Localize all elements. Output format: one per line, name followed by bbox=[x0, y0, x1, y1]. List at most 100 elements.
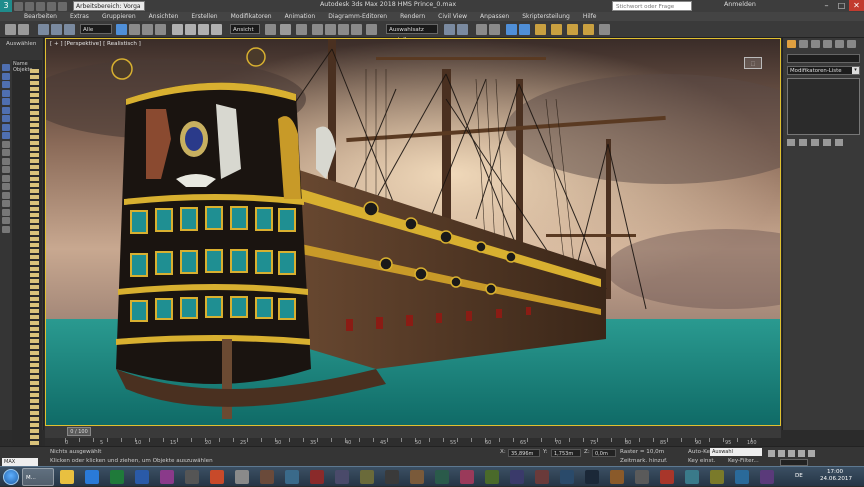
taskbar-active-app[interactable]: M... bbox=[22, 468, 54, 486]
go-to-start-icon[interactable] bbox=[768, 450, 775, 457]
app-icon[interactable] bbox=[460, 470, 474, 484]
material-editor-icon[interactable] bbox=[535, 24, 546, 35]
filter-icon[interactable] bbox=[2, 200, 10, 207]
y-coordinate-field[interactable]: 1,753m bbox=[551, 449, 581, 457]
app-icon[interactable] bbox=[610, 470, 624, 484]
login-button[interactable]: Anmelden bbox=[724, 1, 756, 8]
save-file-icon[interactable] bbox=[36, 1, 45, 11]
filter-icon[interactable] bbox=[2, 98, 10, 105]
menu-item[interactable]: Erstellen bbox=[191, 13, 217, 20]
app-logo-icon[interactable]: 3 bbox=[0, 0, 12, 12]
explorer-icon[interactable] bbox=[60, 470, 74, 484]
time-slider[interactable]: 0 / 100 bbox=[45, 426, 781, 438]
viewport-label[interactable]: [ + ] [Perspektive] [ Realistisch ] bbox=[50, 41, 141, 47]
filter-icon[interactable] bbox=[2, 225, 10, 233]
scale-icon[interactable] bbox=[198, 24, 209, 35]
remove-modifier-icon[interactable] bbox=[823, 139, 831, 146]
manipulate-icon[interactable] bbox=[280, 24, 291, 35]
filter-icon[interactable] bbox=[2, 166, 10, 173]
app-icon[interactable] bbox=[335, 470, 349, 484]
minimize-button[interactable]: – bbox=[819, 0, 834, 11]
workspace-dropdown[interactable]: Arbeitsbereich: Vorga bbox=[73, 1, 145, 11]
app-icon[interactable] bbox=[660, 470, 674, 484]
app-icon[interactable] bbox=[735, 470, 749, 484]
menu-item[interactable]: Animation bbox=[285, 13, 316, 20]
play-icon[interactable] bbox=[788, 450, 795, 457]
app-icon[interactable] bbox=[760, 470, 774, 484]
key-filters-button[interactable]: Key-Filter... bbox=[728, 458, 759, 464]
app-icon[interactable] bbox=[685, 470, 699, 484]
select-by-name-icon[interactable] bbox=[129, 24, 140, 35]
app-icon[interactable] bbox=[260, 470, 274, 484]
object-rows[interactable] bbox=[30, 69, 39, 459]
select-object-icon[interactable] bbox=[116, 24, 127, 35]
app-icon[interactable] bbox=[710, 470, 724, 484]
spinner-snap-icon[interactable] bbox=[351, 24, 362, 35]
current-frame-field[interactable] bbox=[780, 459, 808, 466]
filter-icon[interactable] bbox=[2, 106, 10, 114]
clock[interactable]: 17:00 24.06.2017 bbox=[820, 469, 852, 483]
hierarchy-tab-icon[interactable] bbox=[811, 40, 820, 48]
toggle-ribbon-icon[interactable] bbox=[489, 24, 500, 35]
menu-item[interactable]: Bearbeiten bbox=[24, 13, 57, 20]
render-online-icon[interactable] bbox=[599, 24, 610, 35]
filter-icon[interactable] bbox=[2, 149, 10, 156]
menu-item[interactable]: Rendern bbox=[400, 13, 425, 20]
app-icon[interactable] bbox=[435, 470, 449, 484]
close-button[interactable]: ✕ bbox=[849, 0, 864, 11]
menu-item[interactable]: Diagramm-Editoren bbox=[328, 13, 387, 20]
maximize-button[interactable]: □ bbox=[834, 0, 849, 11]
menu-item[interactable]: Modifikatoren bbox=[231, 13, 272, 20]
show-end-result-icon[interactable] bbox=[799, 139, 807, 146]
unlink-icon[interactable] bbox=[51, 24, 62, 35]
filter-icon[interactable] bbox=[2, 208, 10, 216]
link-icon[interactable] bbox=[38, 24, 49, 35]
filter-icon[interactable] bbox=[2, 191, 10, 199]
modify-tab-icon[interactable] bbox=[799, 40, 808, 48]
filter-icon[interactable] bbox=[2, 123, 10, 131]
app-icon[interactable] bbox=[385, 470, 399, 484]
filter-icon[interactable] bbox=[2, 157, 10, 165]
render-production-icon[interactable] bbox=[583, 24, 594, 35]
start-button[interactable] bbox=[3, 469, 19, 485]
set-key-button[interactable]: Key einst. bbox=[688, 458, 715, 464]
window-crossing-icon[interactable] bbox=[155, 24, 166, 35]
key-mode-dropdown[interactable]: Auswahl bbox=[710, 448, 762, 456]
edit-named-selection-icon[interactable] bbox=[366, 24, 377, 35]
filter-icon[interactable] bbox=[2, 89, 10, 97]
rendered-frame-window-icon[interactable] bbox=[567, 24, 578, 35]
app-icon[interactable] bbox=[210, 470, 224, 484]
modifier-list-dropdown[interactable]: Modifikatoren-Liste ▾ bbox=[787, 66, 860, 75]
redo-icon[interactable] bbox=[18, 24, 29, 35]
language-indicator[interactable]: DE bbox=[795, 473, 803, 479]
app-icon[interactable] bbox=[635, 470, 649, 484]
snap-icon[interactable] bbox=[312, 24, 323, 35]
layer-manager-icon[interactable] bbox=[476, 24, 487, 35]
filter-icon[interactable] bbox=[2, 183, 10, 190]
pivot-icon[interactable] bbox=[265, 24, 276, 35]
motion-tab-icon[interactable] bbox=[823, 40, 832, 48]
next-frame-icon[interactable] bbox=[798, 450, 805, 457]
go-to-end-icon[interactable] bbox=[808, 450, 815, 457]
named-selection-dropdown[interactable]: Auswahlsatz erstellen bbox=[386, 24, 438, 43]
place-icon[interactable] bbox=[211, 24, 222, 35]
bind-space-warp-icon[interactable] bbox=[64, 24, 75, 35]
selection-filter-dropdown[interactable]: Alle bbox=[80, 24, 112, 34]
app-icon[interactable] bbox=[410, 470, 424, 484]
viewcube-icon[interactable]: ⬚ bbox=[744, 57, 762, 69]
percent-snap-icon[interactable] bbox=[338, 24, 349, 35]
undo-icon[interactable] bbox=[47, 1, 56, 11]
filter-icon[interactable] bbox=[2, 81, 10, 88]
keyboard-shortcut-icon[interactable] bbox=[296, 24, 307, 35]
app-icon[interactable] bbox=[160, 470, 174, 484]
time-slider-thumb[interactable]: 0 / 100 bbox=[67, 427, 91, 436]
search-input[interactable]: Stichwort oder Frage eingeben bbox=[612, 1, 692, 20]
move-icon[interactable] bbox=[172, 24, 183, 35]
word-icon[interactable] bbox=[135, 470, 149, 484]
rect-selection-icon[interactable] bbox=[142, 24, 153, 35]
filter-icon[interactable] bbox=[2, 174, 10, 182]
add-time-tag-button[interactable]: Zeitmark. hinzuf. bbox=[620, 458, 667, 464]
align-icon[interactable] bbox=[457, 24, 468, 35]
excel-icon[interactable] bbox=[110, 470, 124, 484]
open-file-icon[interactable] bbox=[25, 1, 34, 11]
